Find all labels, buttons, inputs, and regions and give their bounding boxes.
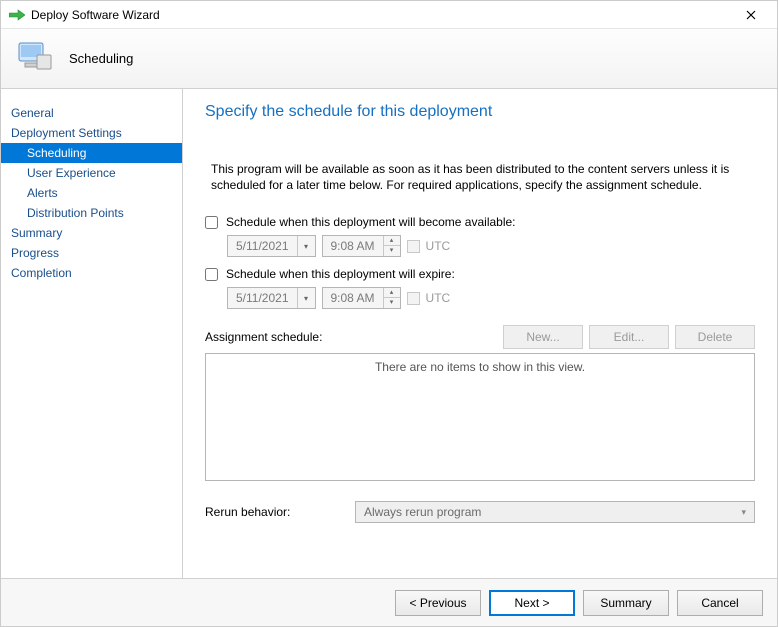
- expire-utc-label: UTC: [426, 291, 451, 305]
- new-button[interactable]: New...: [503, 325, 583, 349]
- chevron-down-icon: ▾: [741, 507, 746, 518]
- schedule-available-label: Schedule when this deployment will becom…: [226, 215, 516, 229]
- intro-text: This program will be available as soon a…: [211, 161, 755, 193]
- assignment-listbox[interactable]: There are no items to show in this view.: [205, 353, 755, 481]
- cancel-button[interactable]: Cancel: [677, 590, 763, 616]
- sidebar-item-general[interactable]: General: [1, 103, 182, 123]
- spinner-icon: ▴▾: [383, 236, 400, 256]
- titlebar: Deploy Software Wizard: [1, 1, 777, 29]
- calendar-drop-icon: ▾: [297, 236, 315, 256]
- rerun-behavior-select[interactable]: Always rerun program ▾: [355, 501, 755, 523]
- close-button[interactable]: [733, 1, 769, 29]
- page-heading: Specify the schedule for this deployment: [205, 103, 755, 121]
- sidebar-item-deployment-settings[interactable]: Deployment Settings: [1, 123, 182, 143]
- computer-icon: [15, 37, 55, 80]
- previous-button[interactable]: < Previous: [395, 590, 481, 616]
- step-name: Scheduling: [69, 51, 133, 66]
- spinner-icon: ▴▾: [383, 288, 400, 308]
- sidebar-item-scheduling[interactable]: Scheduling: [1, 143, 182, 163]
- sidebar-item-distribution-points[interactable]: Distribution Points: [1, 203, 182, 223]
- schedule-available-checkbox[interactable]: [205, 216, 218, 229]
- summary-button[interactable]: Summary: [583, 590, 669, 616]
- sidebar-item-alerts[interactable]: Alerts: [1, 183, 182, 203]
- expire-time-picker[interactable]: 9:08 AM ▴▾: [322, 287, 401, 309]
- sidebar-item-completion[interactable]: Completion: [1, 263, 182, 283]
- wizard-arrow-icon: [9, 9, 25, 21]
- main-panel: Specify the schedule for this deployment…: [183, 89, 777, 580]
- window-title: Deploy Software Wizard: [31, 8, 733, 22]
- sidebar-item-progress[interactable]: Progress: [1, 243, 182, 263]
- wizard-footer: < Previous Next > Summary Cancel: [1, 578, 777, 626]
- next-button[interactable]: Next >: [489, 590, 575, 616]
- available-utc-checkbox[interactable]: [407, 240, 420, 253]
- available-time-picker[interactable]: 9:08 AM ▴▾: [322, 235, 401, 257]
- available-utc-label: UTC: [426, 239, 451, 253]
- expire-date-picker[interactable]: 5/11/2021 ▾: [227, 287, 316, 309]
- calendar-drop-icon: ▾: [297, 288, 315, 308]
- available-date-picker[interactable]: 5/11/2021 ▾: [227, 235, 316, 257]
- expire-utc-checkbox[interactable]: [407, 292, 420, 305]
- sidebar-item-summary[interactable]: Summary: [1, 223, 182, 243]
- edit-button[interactable]: Edit...: [589, 325, 669, 349]
- sidebar-nav: GeneralDeployment SettingsSchedulingUser…: [1, 89, 183, 580]
- assignment-label: Assignment schedule:: [205, 330, 497, 344]
- delete-button[interactable]: Delete: [675, 325, 755, 349]
- header-banner: Scheduling: [1, 29, 777, 89]
- rerun-label: Rerun behavior:: [205, 505, 355, 519]
- sidebar-item-user-experience[interactable]: User Experience: [1, 163, 182, 183]
- listbox-empty-text: There are no items to show in this view.: [375, 360, 585, 480]
- schedule-expire-checkbox[interactable]: [205, 268, 218, 281]
- schedule-expire-label: Schedule when this deployment will expir…: [226, 267, 455, 281]
